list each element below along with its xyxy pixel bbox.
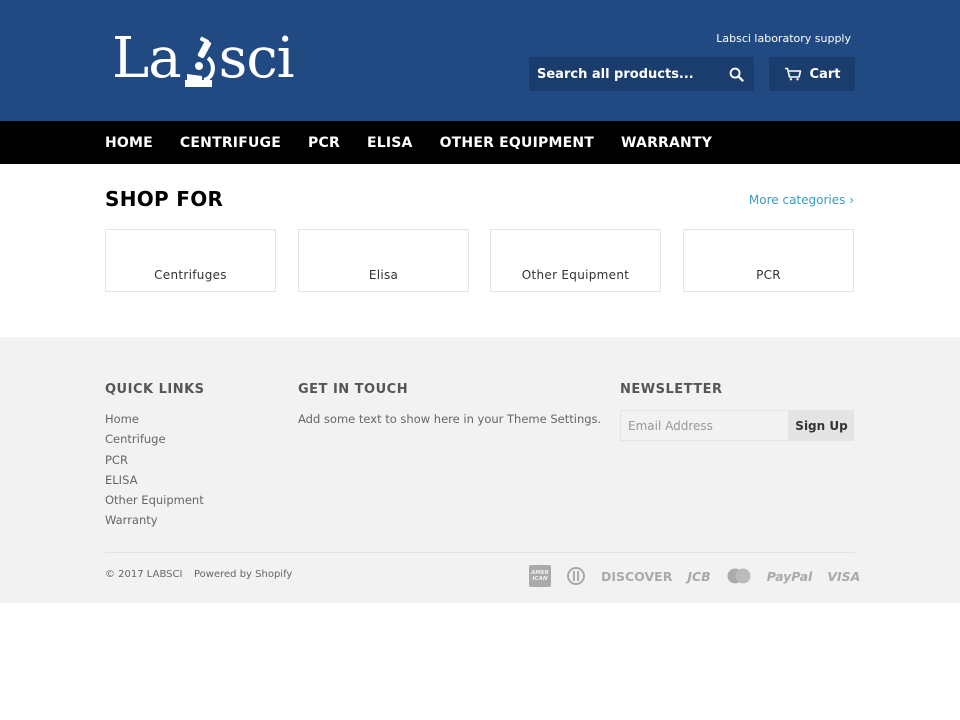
- site-logo[interactable]: La sci: [112, 30, 324, 88]
- svg-text:ICAN: ICAN: [533, 576, 548, 582]
- get-in-touch-heading: GET IN TOUCH: [298, 382, 409, 397]
- visa-icon: VISA: [827, 568, 861, 584]
- category-label: Centrifuges: [154, 268, 227, 282]
- footer-divider: [105, 552, 855, 553]
- payment-icons: AMER ICAN DISCOVER JCB PayPal VISA: [529, 565, 860, 587]
- cart-icon: [784, 67, 801, 81]
- paypal-icon: PayPal: [766, 568, 813, 584]
- mastercard-icon: [726, 568, 752, 584]
- quick-link-other-equipment[interactable]: Other Equipment: [105, 493, 204, 513]
- newsletter-heading: NEWSLETTER: [620, 382, 723, 397]
- site-tagline: Labsci laboratory supply: [716, 32, 851, 45]
- microscope-icon: [182, 36, 218, 88]
- powered-by-link[interactable]: Powered by Shopify: [194, 569, 292, 580]
- get-in-touch-text: Add some text to show here in your Theme…: [298, 412, 602, 426]
- more-categories-link[interactable]: More categories ›: [749, 193, 854, 207]
- quick-link-centrifuge[interactable]: Centrifuge: [105, 432, 204, 452]
- copyright-text: © 2017 LABSCI: [105, 569, 183, 580]
- newsletter-signup-button[interactable]: Sign Up: [789, 410, 854, 441]
- category-label: Elisa: [368, 268, 399, 282]
- american-express-icon: AMER ICAN: [529, 565, 551, 587]
- search-input[interactable]: [529, 57, 719, 91]
- discover-icon: DISCOVER: [601, 568, 673, 584]
- nav-item-home[interactable]: HOME: [105, 135, 153, 151]
- logo-wordmark: La sci: [112, 26, 295, 91]
- quick-links-list: Home Centrifuge PCR ELISA Other Equipmen…: [105, 412, 204, 534]
- quick-link-pcr[interactable]: PCR: [105, 453, 204, 473]
- nav-item-other-equipment[interactable]: OTHER EQUIPMENT: [440, 135, 594, 151]
- category-card-centrifuges[interactable]: Centrifuges: [105, 229, 276, 292]
- category-label: PCR: [756, 268, 781, 282]
- site-header: La sci Labsci laboratory supply Search a…: [0, 0, 960, 121]
- newsletter-email-field[interactable]: [620, 410, 789, 441]
- cart-button[interactable]: Cart: [769, 57, 855, 91]
- quick-link-elisa[interactable]: ELISA: [105, 473, 204, 493]
- jcb-icon: JCB: [687, 568, 711, 584]
- quick-link-warranty[interactable]: Warranty: [105, 513, 204, 533]
- category-card-elisa[interactable]: Elisa: [298, 229, 469, 292]
- nav-item-warranty[interactable]: WARRANTY: [621, 135, 712, 151]
- cart-label: Cart: [809, 66, 841, 82]
- search-icon: [729, 67, 744, 82]
- quick-links-heading: QUICK LINKS: [105, 382, 205, 397]
- diners-club-icon: [566, 567, 586, 585]
- quick-link-home[interactable]: Home: [105, 412, 204, 432]
- shop-for-heading: SHOP FOR: [105, 187, 224, 211]
- main-navigation: HOME CENTRIFUGE PCR ELISA OTHER EQUIPMEN…: [0, 121, 960, 164]
- nav-item-elisa[interactable]: ELISA: [367, 135, 413, 151]
- nav-item-centrifuge[interactable]: CENTRIFUGE: [180, 135, 281, 151]
- site-footer: QUICK LINKS Home Centrifuge PCR ELISA Ot…: [0, 337, 960, 603]
- nav-item-pcr[interactable]: PCR: [308, 135, 340, 151]
- search-form: [529, 57, 754, 91]
- category-card-pcr[interactable]: PCR: [683, 229, 854, 292]
- category-label: Other Equipment: [521, 268, 630, 282]
- category-card-other-equipment[interactable]: Other Equipment: [490, 229, 661, 292]
- search-button[interactable]: [719, 57, 754, 91]
